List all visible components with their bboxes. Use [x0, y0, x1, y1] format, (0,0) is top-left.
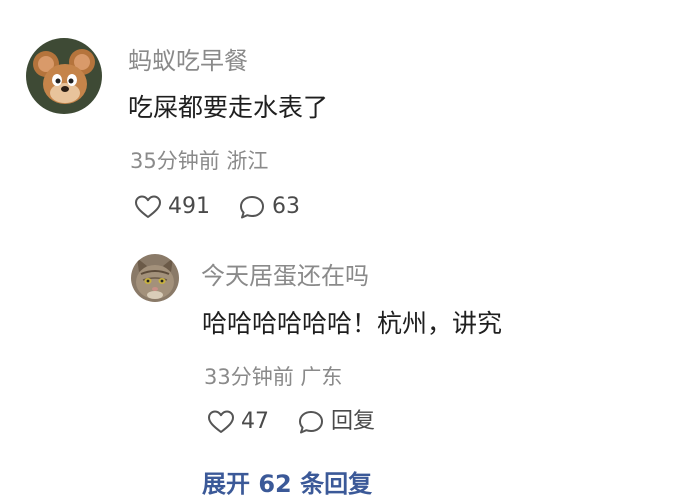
speech-bubble-icon	[299, 411, 323, 434]
heart-outline-icon	[135, 195, 161, 218]
reply-like-count: 47	[241, 409, 269, 434]
comment-reply-count-button[interactable]: 63	[238, 194, 300, 220]
cat-avatar-icon	[131, 254, 179, 302]
comment-text: 吃屎都要走水表了	[128, 93, 329, 122]
reply-reply-button[interactable]: 回复	[297, 409, 375, 435]
heart-outline-icon	[208, 410, 234, 433]
comment-username[interactable]: 蚂蚁吃早餐	[128, 47, 248, 75]
reply-reply-label: 回复	[331, 409, 376, 434]
reply-like-button[interactable]: 47	[207, 409, 269, 435]
comment-reply-count: 63	[272, 194, 300, 219]
comment-avatar[interactable]	[26, 38, 102, 114]
mouse-avatar-icon	[26, 38, 102, 114]
expand-replies-link[interactable]: 展开 62 条回复	[202, 470, 372, 498]
reply-meta: 33分钟前 广东	[204, 365, 343, 389]
comment-like-count: 491	[168, 194, 210, 219]
reply-username[interactable]: 今天居蛋还在吗	[201, 262, 369, 290]
speech-bubble-icon	[240, 196, 264, 219]
reply-text: 哈哈哈哈哈哈！杭州，讲究	[202, 309, 503, 338]
comment-like-button[interactable]: 491	[134, 194, 210, 220]
comment-meta: 35分钟前 浙江	[130, 149, 269, 173]
reply-avatar[interactable]	[131, 254, 179, 302]
